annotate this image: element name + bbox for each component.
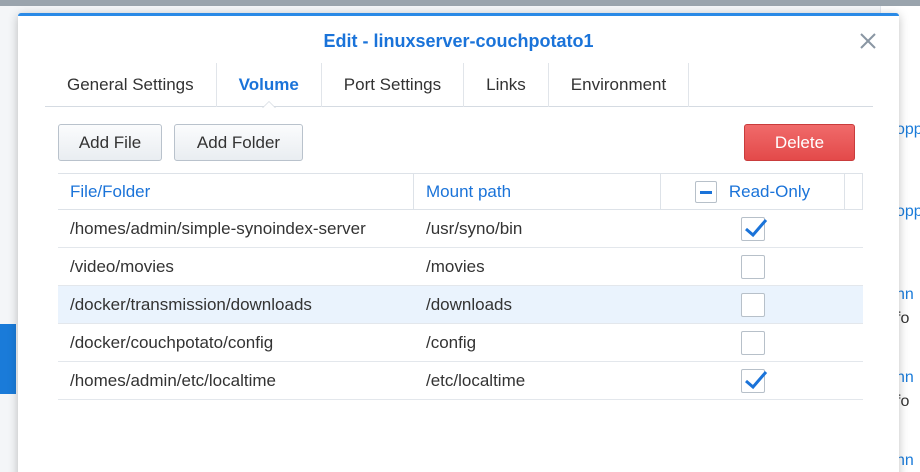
add-file-button[interactable]: Add File (58, 124, 162, 161)
tab-label: General Settings (67, 75, 194, 94)
background-left-accent (0, 324, 16, 394)
file-folder-cell: /video/movies (70, 256, 174, 276)
column-spacer (845, 174, 863, 209)
read-only-cell (661, 248, 845, 285)
table-row[interactable]: /docker/transmission/downloads /download… (58, 286, 863, 324)
read-only-checkbox[interactable] (741, 216, 768, 241)
mount-path-cell: /config (426, 332, 477, 352)
column-header-file-folder[interactable]: File/Folder (58, 174, 414, 209)
file-folder-cell: /homes/admin/simple-synoindex-server (70, 218, 366, 238)
tab-volume[interactable]: Volume (217, 63, 322, 108)
table-header: File/Folder Mount path Read-Only (58, 173, 863, 210)
edit-container-dialog: Edit - linuxserver-couchpotato1 General … (18, 13, 899, 472)
active-tab-caret-icon (261, 101, 276, 108)
mount-path-cell: /downloads (426, 294, 513, 314)
tab-port-settings[interactable]: Port Settings (322, 63, 465, 107)
close-button[interactable] (857, 30, 879, 52)
read-only-cell (661, 324, 845, 361)
checkmark-icon (745, 218, 768, 237)
tab-label: Links (486, 75, 526, 94)
tab-label: Port Settings (343, 75, 442, 94)
close-icon (860, 33, 876, 49)
table-row[interactable]: /video/movies /movies (58, 248, 863, 286)
table-row[interactable]: /homes/admin/etc/localtime /etc/localtim… (58, 362, 863, 400)
read-only-checkbox[interactable] (741, 254, 765, 279)
checkmark-icon (745, 370, 768, 389)
column-header-read-only[interactable]: Read-Only (661, 174, 845, 209)
mount-path-cell: /etc/localtime (426, 370, 526, 390)
tab-label: Volume (238, 75, 299, 94)
table-row[interactable]: /homes/admin/simple-synoindex-server /us… (58, 210, 863, 248)
read-only-select-all-checkbox[interactable] (694, 180, 717, 203)
read-only-cell (661, 210, 845, 247)
tab-bar: General Settings Volume Port Settings Li… (45, 63, 873, 108)
read-only-checkbox[interactable] (741, 292, 765, 317)
file-folder-cell: /docker/couchpotato/config (70, 332, 274, 352)
file-folder-cell: /docker/transmission/downloads (70, 294, 312, 314)
dialog-title: Edit - linuxserver-couchpotato1 (323, 31, 594, 51)
table-row[interactable]: /docker/couchpotato/config /config (58, 324, 863, 362)
tab-general-settings[interactable]: General Settings (45, 63, 217, 107)
read-only-checkbox[interactable] (741, 330, 765, 355)
column-header-label: Read-Only (728, 181, 811, 201)
tab-environment[interactable]: Environment (549, 63, 690, 107)
read-only-cell (661, 362, 845, 399)
delete-button[interactable]: Delete (744, 124, 855, 161)
column-header-mount-path[interactable]: Mount path (414, 174, 661, 209)
add-folder-button[interactable]: Add Folder (174, 124, 303, 161)
file-folder-cell: /homes/admin/etc/localtime (70, 370, 276, 390)
read-only-cell (661, 286, 845, 323)
tab-label: Environment (570, 75, 667, 94)
volume-table: File/Folder Mount path Read-Only /homes/… (58, 173, 863, 400)
read-only-checkbox[interactable] (741, 368, 768, 393)
background-snippet: opp (896, 203, 920, 220)
mount-path-cell: /movies (426, 256, 485, 276)
background-snippet: opp (896, 121, 920, 138)
tab-links[interactable]: Links (464, 63, 549, 107)
mount-path-cell: /usr/syno/bin (426, 218, 523, 238)
